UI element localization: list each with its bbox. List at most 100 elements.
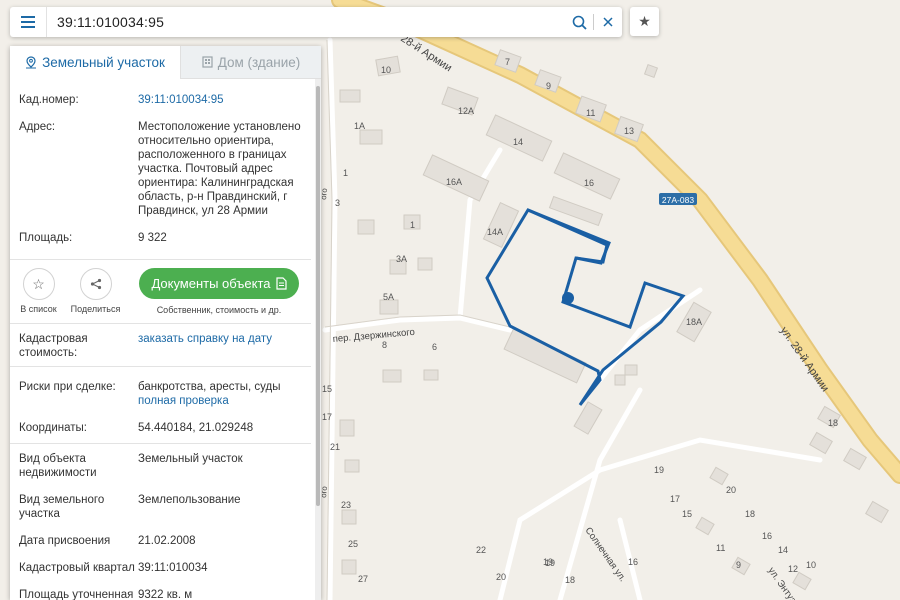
house-number-label: 19 <box>545 558 555 568</box>
house-number-label: 15 <box>322 384 332 394</box>
order-certificate-link[interactable]: заказать справку на дату <box>138 332 311 360</box>
house-number-label: 16 <box>628 557 638 567</box>
parcel-marker <box>562 292 574 304</box>
row-quarter: Кадастровый квартал 39:11:010034 <box>10 548 311 575</box>
row-date: Дата присвоения 21.02.2008 <box>10 521 311 548</box>
house-number-label: 9 <box>736 560 741 570</box>
search-button[interactable] <box>565 15 593 30</box>
coords-label: Координаты: <box>19 422 87 434</box>
house-number-label: 14 <box>513 137 523 147</box>
object-documents-button[interactable]: Документы объекта <box>139 268 299 299</box>
clear-button[interactable] <box>594 17 622 27</box>
risks-value: банкротства, аресты, суды <box>138 381 281 393</box>
area2-label: Площадь уточненная <box>19 589 134 600</box>
add-to-list-label: В список <box>20 304 57 314</box>
house-number-label: 1А <box>354 121 365 131</box>
house-number-label: 18А <box>686 317 702 327</box>
house-number-label: 12А <box>458 106 474 116</box>
house-number-label: 11 <box>586 108 595 118</box>
row-area: Площадь: 9 322 <box>10 218 311 259</box>
menu-button[interactable] <box>10 7 47 37</box>
house-number-label: 25 <box>348 539 358 549</box>
house-number-label: 18 <box>745 509 755 519</box>
row-type: Вид объекта недвижимости Земельный участ… <box>10 444 311 480</box>
action-bar: ☆ В список Поделиться Документы объекта … <box>10 260 311 323</box>
star-outline-icon: ☆ <box>22 268 55 300</box>
tab-land-label: Земельный участок <box>42 55 165 70</box>
house-number-label: 12 <box>788 564 798 574</box>
docs-group: Документы объекта Собственник, стоимость… <box>139 268 299 315</box>
hamburger-icon <box>21 16 35 28</box>
house-number-label: 17 <box>670 494 680 504</box>
house-number-label: 1 <box>410 220 415 230</box>
road-badge: 27A-083 <box>662 195 694 205</box>
docs-subtitle: Собственник, стоимость и др. <box>156 305 282 315</box>
scrollbar-thumb[interactable] <box>316 86 320 506</box>
row-coords: Координаты: 54.440184, 21.029248 <box>10 408 311 443</box>
document-icon <box>275 277 287 290</box>
close-icon <box>603 17 613 27</box>
share-label: Поделиться <box>70 304 121 314</box>
house-number-label: 20 <box>496 572 506 582</box>
house-number-label: 18 <box>565 575 575 585</box>
house-number-label: 5А <box>383 292 394 302</box>
type-value: Земельный участок <box>138 453 243 465</box>
area2-value: 9322 кв. м <box>138 589 193 600</box>
tab-building[interactable]: Дом (здание) <box>180 46 321 79</box>
favorites-button[interactable]: ★ <box>630 7 659 36</box>
add-to-list-button[interactable]: ☆ В список <box>10 268 67 314</box>
coords-value: 54.440184, 21.029248 <box>138 422 254 434</box>
house-number-label: 14А <box>487 227 503 237</box>
house-number-label: 7 <box>505 57 510 67</box>
risks-values: банкротства, аресты, суды полная проверк… <box>138 380 311 408</box>
search-input[interactable]: 39:11:010034:95 <box>47 14 565 30</box>
house-number-label: 10 <box>806 560 816 570</box>
share-button[interactable]: Поделиться <box>67 268 124 314</box>
house-number-label: 3А <box>396 254 407 264</box>
house-number-label: 3 <box>335 198 340 208</box>
house-number-label: 10 <box>381 65 391 75</box>
house-number-label: 18 <box>828 418 838 428</box>
row-risks: Риски при сделке: банкротства, аресты, с… <box>10 367 311 408</box>
house-number-label: 17 <box>322 412 332 422</box>
area-value: 9 322 <box>138 232 167 244</box>
risks-label: Риски при сделке: <box>19 381 116 393</box>
house-number-label: 15 <box>682 509 692 519</box>
tab-land[interactable]: Земельный участок <box>10 46 180 79</box>
row-cost: Кадастровая стоимость: заказать справку … <box>10 324 311 366</box>
house-number-label: 14 <box>778 545 788 555</box>
house-number-label: 16 <box>762 531 772 541</box>
quarter-value: 39:11:010034 <box>138 562 208 574</box>
tab-bar: Земельный участок Дом (здание) <box>10 46 321 79</box>
pin-icon <box>26 56 37 69</box>
full-check-link[interactable]: полная проверка <box>138 394 305 408</box>
house-number-label: 23 <box>341 500 351 510</box>
row-address: Адрес: Местоположение установлено относи… <box>10 107 311 218</box>
info-panel: Земельный участок Дом (здание) Кад.номер… <box>10 46 321 600</box>
house-number-label: 21 <box>330 442 340 452</box>
house-number-label: 9 <box>546 81 551 91</box>
info-rows: Кад.номер: 39:11:010034:95 Адрес: Местоп… <box>10 79 321 600</box>
type-label: Вид объекта недвижимости <box>19 453 97 479</box>
cad-label: Кад.номер: <box>19 94 79 106</box>
docs-label: Документы объекта <box>151 276 271 291</box>
house-number-label: 16 <box>584 178 594 188</box>
house-number-label: 1 <box>343 168 348 178</box>
row-kind: Вид земельного участка Землепользование <box>10 480 311 521</box>
cost-label: Кадастровая стоимость: <box>19 333 88 359</box>
date-label: Дата присвоения <box>19 535 111 547</box>
house-number-label: 19 <box>654 465 664 475</box>
kind-value: Землепользование <box>138 494 241 506</box>
kind-label: Вид земельного участка <box>19 494 105 520</box>
search-bar: 39:11:010034:95 <box>10 7 622 37</box>
house-number-label: 6 <box>432 342 437 352</box>
house-number-label: 22 <box>476 545 486 555</box>
search-icon <box>572 15 587 30</box>
cad-value[interactable]: 39:11:010034:95 <box>138 93 311 107</box>
house-number-label: 8 <box>382 340 387 350</box>
star-icon: ★ <box>638 13 651 29</box>
house-number-label: 13 <box>624 126 634 136</box>
building-icon <box>202 56 213 68</box>
house-number-label: 27 <box>358 574 368 584</box>
quarter-label: Кадастровый квартал <box>19 562 135 574</box>
